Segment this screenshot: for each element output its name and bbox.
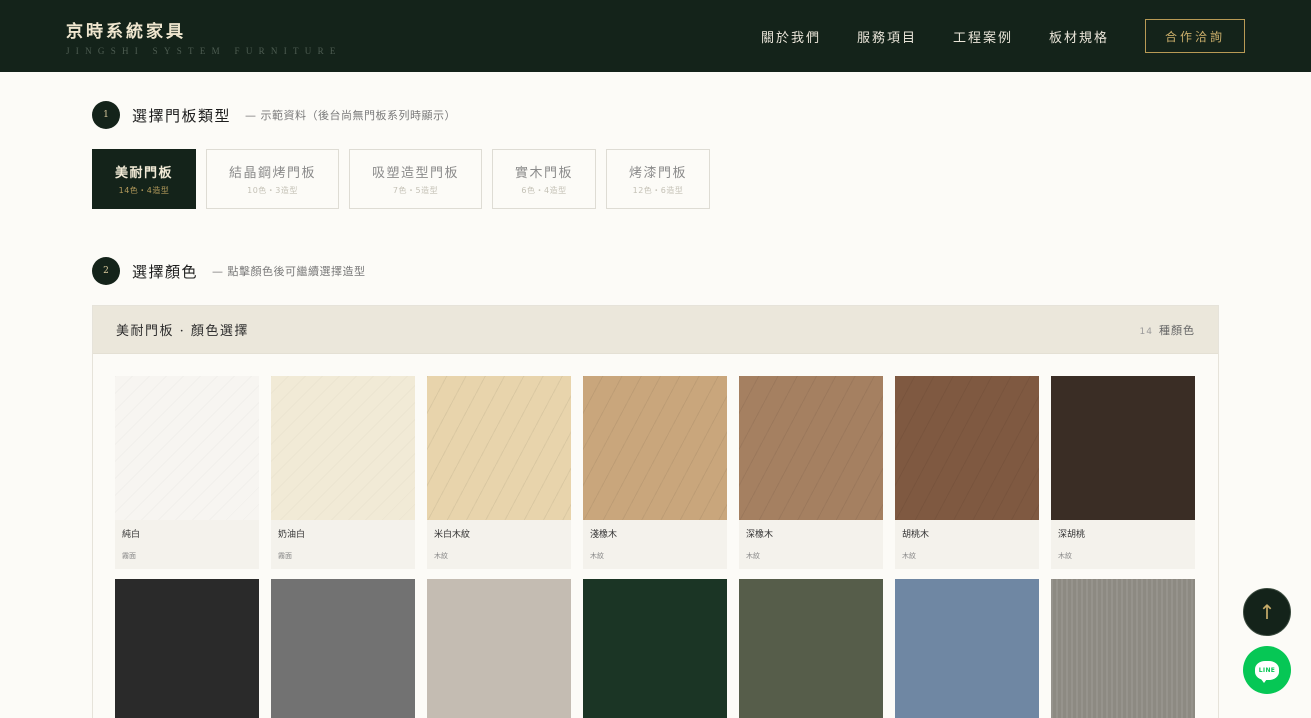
door-type-label: 美耐門板 bbox=[114, 166, 173, 181]
door-type-card[interactable]: 實木門板 6色・4造型 bbox=[492, 149, 596, 209]
swatch-category: 霧面 bbox=[122, 552, 136, 560]
swatch-name: 淺橡木 bbox=[590, 530, 618, 540]
swatch-name: 胡桃木 bbox=[902, 530, 930, 540]
swatch-chip bbox=[739, 579, 883, 718]
brand-subtitle: JINGSHI SYSTEM FURNITURE bbox=[66, 45, 342, 56]
door-type-list: 美耐門板 14色・4造型 結晶鋼烤門板 10色・3造型 吸塑造型門板 7色・5造… bbox=[92, 149, 720, 209]
step-2-heading: 2 選擇顏色 — 點擊顏色後可繼續選擇造型 bbox=[92, 257, 366, 285]
swatch-name: 米白木紋 bbox=[434, 530, 471, 540]
line-chat-button[interactable]: LINE bbox=[1243, 646, 1291, 694]
contact-button[interactable]: 合作洽詢 bbox=[1145, 19, 1245, 53]
color-swatch[interactable] bbox=[271, 579, 415, 718]
door-type-label: 實木門板 bbox=[514, 166, 573, 181]
site-header: 京時系統家具 JINGSHI SYSTEM FURNITURE 關於我們 服務項… bbox=[0, 0, 1311, 72]
nav-item-projects[interactable]: 工程案例 bbox=[953, 27, 1013, 46]
swatch-chip bbox=[427, 579, 571, 718]
swatch-name: 深胡桃 bbox=[1058, 530, 1086, 540]
door-type-label: 結晶鋼烤門板 bbox=[228, 166, 316, 181]
swatch-chip bbox=[1051, 376, 1195, 520]
color-swatch[interactable]: 奶油白 霧面 bbox=[271, 376, 415, 569]
step-1-heading: 1 選擇門板類型 — 示範資料（後台尚無門板系列時顯示） bbox=[92, 101, 456, 129]
nav-item-about[interactable]: 關於我們 bbox=[761, 27, 821, 46]
step-number-badge: 1 bbox=[92, 101, 120, 129]
color-swatch-grid: 純白霧面 奶油白霧面 米白木紋木紋 淺橡木木紋 深橡木木紋 胡桃木木紋 深胡桃木… bbox=[115, 376, 1195, 718]
back-to-top-button[interactable]: ↑ bbox=[1243, 588, 1291, 636]
color-count-label: 種顏色 bbox=[1159, 323, 1195, 337]
swatch-chip bbox=[895, 376, 1039, 520]
color-swatch[interactable] bbox=[115, 579, 259, 718]
color-swatch[interactable]: 純白 霧面 bbox=[115, 376, 259, 569]
swatch-chip bbox=[427, 376, 571, 520]
swatch-chip bbox=[1051, 579, 1195, 718]
swatch-name: 深橡木 bbox=[746, 530, 774, 540]
swatch-category: 木紋 bbox=[434, 552, 448, 560]
door-type-summary: 14色・4造型 bbox=[118, 186, 170, 195]
arrow-up-icon: ↑ bbox=[1258, 600, 1276, 624]
swatch-category: 霧面 bbox=[278, 552, 292, 560]
color-swatch[interactable] bbox=[895, 579, 1039, 718]
color-count-number: 14 bbox=[1139, 326, 1153, 337]
step-note: — 示範資料（後台尚無門板系列時顯示） bbox=[245, 109, 457, 122]
swatch-chip bbox=[583, 376, 727, 520]
step-note: — 點擊顏色後可繼續選擇造型 bbox=[212, 265, 366, 278]
color-panel-header: 美耐門板 · 顏色選擇 14 種顏色 bbox=[93, 306, 1218, 354]
door-type-card[interactable]: 結晶鋼烤門板 10色・3造型 bbox=[206, 149, 339, 209]
line-chat-label: LINE bbox=[1258, 666, 1276, 674]
line-chat-icon: LINE bbox=[1255, 660, 1279, 683]
color-swatch[interactable] bbox=[1051, 579, 1195, 718]
swatch-name: 純白 bbox=[122, 530, 141, 540]
door-type-label: 烤漆門板 bbox=[628, 166, 687, 181]
swatch-chip bbox=[583, 579, 727, 718]
color-swatch[interactable]: 淺橡木 木紋 bbox=[583, 376, 727, 569]
color-swatch[interactable]: 米白木紋 木紋 bbox=[427, 376, 571, 569]
swatch-chip bbox=[115, 579, 259, 718]
color-panel: 美耐門板 · 顏色選擇 14 種顏色 純白霧面 奶油白霧面 米白木紋木紋 淺橡木木… bbox=[92, 305, 1219, 718]
color-swatch[interactable] bbox=[739, 579, 883, 718]
swatch-name: 奶油白 bbox=[278, 530, 306, 540]
color-panel-title: 美耐門板 · 顏色選擇 bbox=[116, 324, 249, 339]
main-nav: 關於我們 服務項目 工程案例 板材規格 合作洽詢 bbox=[725, 19, 1245, 53]
door-type-card[interactable]: 吸塑造型門板 7色・5造型 bbox=[349, 149, 482, 209]
color-swatch[interactable] bbox=[427, 579, 571, 718]
swatch-category: 木紋 bbox=[1058, 552, 1072, 560]
swatch-chip bbox=[895, 579, 1039, 718]
color-count: 14 種顏色 bbox=[1140, 322, 1195, 338]
door-type-summary: 12色・6造型 bbox=[632, 186, 684, 195]
swatch-chip bbox=[739, 376, 883, 520]
brand-logo[interactable]: 京時系統家具 JINGSHI SYSTEM FURNITURE bbox=[66, 17, 342, 56]
door-type-card[interactable]: 美耐門板 14色・4造型 bbox=[92, 149, 196, 209]
color-swatch[interactable] bbox=[583, 579, 727, 718]
color-swatch[interactable]: 深胡桃 木紋 bbox=[1051, 376, 1195, 569]
door-type-label: 吸塑造型門板 bbox=[371, 166, 459, 181]
swatch-category: 木紋 bbox=[902, 552, 916, 560]
swatch-category: 木紋 bbox=[746, 552, 760, 560]
swatch-chip bbox=[115, 376, 259, 520]
nav-item-services[interactable]: 服務項目 bbox=[857, 27, 917, 46]
door-type-summary: 6色・4造型 bbox=[521, 186, 567, 195]
step-number-badge: 2 bbox=[92, 257, 120, 285]
door-type-summary: 7色・5造型 bbox=[392, 186, 439, 195]
swatch-chip bbox=[271, 579, 415, 718]
step-title: 選擇顏色 bbox=[132, 262, 199, 281]
door-type-summary: 10色・3造型 bbox=[247, 186, 298, 195]
brand-title: 京時系統家具 bbox=[66, 21, 186, 42]
swatch-chip bbox=[271, 376, 415, 520]
nav-item-board-specs[interactable]: 板材規格 bbox=[1049, 27, 1109, 46]
swatch-category: 木紋 bbox=[590, 552, 604, 560]
color-swatch[interactable]: 深橡木 木紋 bbox=[739, 376, 883, 569]
step-title: 選擇門板類型 bbox=[132, 106, 232, 125]
color-swatch[interactable]: 胡桃木 木紋 bbox=[895, 376, 1039, 569]
door-type-card[interactable]: 烤漆門板 12色・6造型 bbox=[606, 149, 710, 209]
